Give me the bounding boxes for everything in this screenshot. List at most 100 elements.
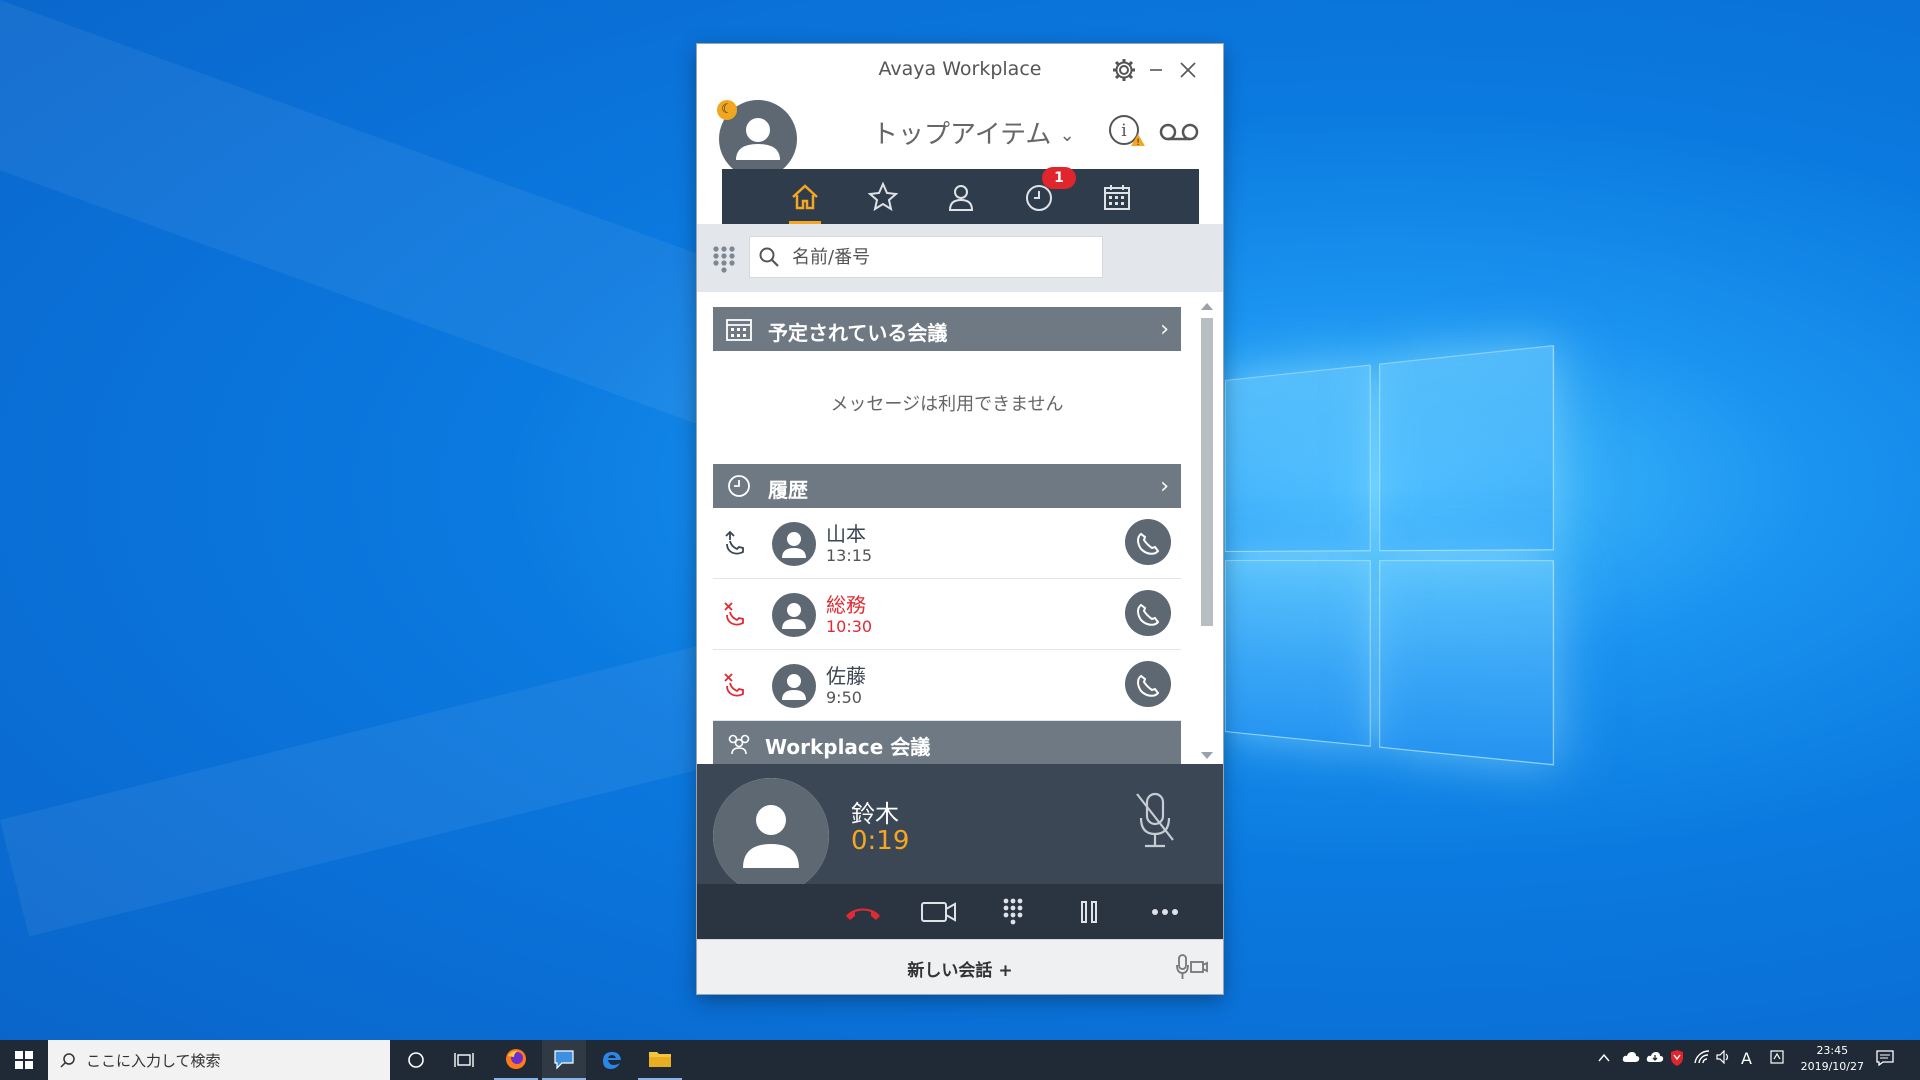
onedrive-icon[interactable]: [1622, 1050, 1640, 1068]
search-box: [749, 236, 1103, 278]
call-time: 10:30: [826, 617, 873, 636]
taskbar-file-explorer[interactable]: [638, 1040, 682, 1080]
microphone-off-icon: [1136, 792, 1174, 848]
microphone-mute-button[interactable]: [1133, 790, 1177, 852]
search-icon: [60, 1053, 75, 1068]
video-button[interactable]: [917, 892, 961, 932]
windows-taskbar: ここに入力して検索 A 23:45 2019/10/27: [0, 1040, 1920, 1080]
cloud-sync-icon[interactable]: [1646, 1050, 1664, 1068]
hangup-icon: [846, 908, 880, 920]
taskbar-firefox[interactable]: [494, 1040, 538, 1080]
video-camera-icon: [921, 902, 956, 922]
chevron-down-icon: ⌄: [1059, 125, 1075, 146]
section-workplace-meetings[interactable]: Workplace 会議: [713, 721, 1181, 765]
history-unread-badge: 1: [1042, 167, 1076, 189]
wifi-icon[interactable]: [1694, 1050, 1710, 1068]
view-dropdown-label: トップアイテム: [872, 120, 1052, 150]
phone-icon: [1137, 674, 1160, 697]
security-shield-icon[interactable]: [1670, 1050, 1684, 1070]
call-controls: [697, 884, 1223, 939]
dialpad-button[interactable]: [991, 892, 1035, 932]
presence-away-icon: ☾: [717, 100, 737, 120]
call-back-button[interactable]: [1125, 519, 1171, 565]
call-duration: 0:19: [851, 826, 910, 856]
phone-icon: [1137, 532, 1160, 555]
minimize-icon[interactable]: [1143, 57, 1169, 83]
taskbar-avaya-workplace[interactable]: [542, 1040, 586, 1080]
task-view-icon: [454, 1053, 474, 1067]
chevron-right-icon: ›: [1160, 474, 1169, 499]
task-view-button[interactable]: [444, 1040, 484, 1080]
action-center-icon[interactable]: [1876, 1050, 1894, 1070]
taskbar-edge[interactable]: [590, 1040, 634, 1080]
history-scrollbar[interactable]: [1196, 292, 1218, 768]
outgoing-call-icon: [725, 530, 744, 555]
end-call-button[interactable]: [841, 892, 885, 932]
tab-calendar[interactable]: [1095, 177, 1139, 217]
title-bar: Avaya Workplace: [697, 44, 1223, 96]
windows-wallpaper-logo: [1225, 344, 1564, 776]
view-dropdown[interactable]: トップアイテム ⌄: [872, 114, 1075, 151]
star-icon: [867, 181, 899, 212]
cortana-button[interactable]: [396, 1040, 436, 1080]
clock-date: 2019/10/27: [1800, 1060, 1864, 1073]
search-input[interactable]: [790, 237, 1094, 277]
section-scheduled-meetings[interactable]: 予定されている会議 ›: [713, 307, 1181, 351]
circle-icon: [408, 1052, 424, 1068]
ime-mode-icon[interactable]: [1770, 1050, 1784, 1068]
clock-time: 23:45: [1816, 1044, 1849, 1057]
home-content: 予定されている会議 › メッセージは利用できません 履歴 › 山本 13:15 …: [697, 292, 1223, 807]
voicemail-icon[interactable]: [1157, 112, 1201, 152]
more-icon: [1152, 909, 1178, 915]
empty-meetings-message: メッセージは利用できません: [830, 394, 1064, 415]
section-history[interactable]: 履歴 ›: [713, 464, 1181, 508]
history-row[interactable]: 佐藤 9:50: [713, 650, 1181, 721]
contact-name: 総務: [826, 593, 866, 617]
ime-indicator[interactable]: A: [1741, 1049, 1752, 1068]
tab-favorites[interactable]: [861, 177, 905, 217]
call-time: 13:15: [826, 546, 873, 565]
edge-icon: [603, 1052, 621, 1069]
folder-icon: [649, 1052, 671, 1067]
taskbar-clock[interactable]: 23:45 2019/10/27: [1801, 1043, 1864, 1075]
audio-video-device-icon[interactable]: [1175, 952, 1209, 982]
hold-button[interactable]: [1067, 892, 1111, 932]
pause-icon: [1081, 901, 1097, 923]
dialpad-icon[interactable]: [711, 244, 737, 276]
footer-bar: 新しい会話 +: [697, 939, 1223, 994]
section-title: Workplace 会議: [765, 735, 931, 759]
caller-name: 鈴木: [851, 800, 899, 828]
call-back-button[interactable]: [1125, 661, 1171, 707]
clock-icon: [728, 475, 750, 497]
search-bar: [697, 224, 1223, 292]
missed-call-icon: [724, 602, 744, 626]
tab-home[interactable]: [783, 177, 827, 217]
settings-gear-icon[interactable]: [1111, 57, 1137, 83]
phone-icon: [1137, 603, 1160, 626]
section-title: 履歴: [768, 478, 808, 502]
close-icon[interactable]: [1175, 57, 1201, 83]
chat-bubble-icon: [554, 1050, 574, 1070]
svg-text:i: i: [1121, 121, 1127, 141]
volume-icon[interactable]: [1716, 1049, 1732, 1068]
more-options-button[interactable]: [1143, 892, 1187, 932]
history-row[interactable]: 山本 13:15: [713, 508, 1181, 579]
main-navigation: 1: [722, 167, 1199, 224]
contact-avatar: [772, 593, 816, 637]
active-call-panel: 鈴木 0:19: [697, 764, 1223, 939]
start-button[interactable]: [0, 1040, 48, 1080]
history-row[interactable]: 総務 10:30: [713, 579, 1181, 650]
contact-avatar: [772, 522, 816, 566]
tray-overflow-chevron-icon[interactable]: [1598, 1050, 1610, 1068]
call-back-button[interactable]: [1125, 590, 1171, 636]
taskbar-search-box[interactable]: ここに入力して検索: [48, 1040, 390, 1080]
calendar-icon: [1104, 185, 1130, 210]
new-conversation-button[interactable]: 新しい会話 +: [697, 956, 1223, 981]
call-time: 9:50: [826, 688, 862, 707]
section-title: 予定されている会議: [768, 321, 948, 345]
missed-call-icon: [724, 673, 744, 697]
contact-name: 山本: [826, 522, 866, 546]
tab-contacts[interactable]: [939, 177, 983, 217]
caller-avatar: [713, 778, 829, 894]
info-warning-icon[interactable]: i!: [1107, 112, 1147, 152]
